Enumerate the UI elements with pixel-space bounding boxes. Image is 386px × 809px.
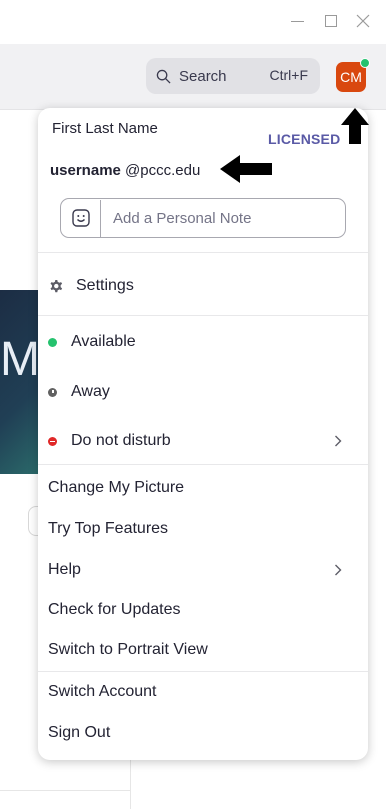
minimize-icon <box>290 20 304 22</box>
dnd-label: Do not disturb <box>71 432 171 449</box>
available-status-icon <box>48 337 57 347</box>
maximize-button[interactable] <box>320 10 342 32</box>
menu-item-try-features[interactable]: Try Top Features <box>38 509 368 549</box>
licensed-badge: LICENSED <box>268 131 341 147</box>
personal-note-field[interactable]: Add a Personal Note <box>60 198 346 238</box>
menu-item-sign-out[interactable]: Sign Out <box>38 713 368 753</box>
dnd-status-icon <box>48 436 57 446</box>
maximize-icon <box>325 15 337 27</box>
search-label: Search <box>179 67 227 85</box>
chevron-right-icon <box>335 435 342 447</box>
settings-label: Settings <box>76 277 134 294</box>
try-features-label: Try Top Features <box>48 520 169 537</box>
portrait-view-label: Switch to Portrait View <box>48 641 208 658</box>
menu-divider <box>38 464 368 465</box>
search-icon <box>156 69 171 84</box>
sign-out-label: Sign Out <box>48 724 111 741</box>
menu-item-check-updates[interactable]: Check for Updates <box>38 590 368 630</box>
close-button[interactable] <box>352 10 374 32</box>
profile-name: First Last Name <box>52 120 158 137</box>
menu-item-away[interactable]: Away <box>38 372 368 412</box>
menu-item-available[interactable]: Available <box>38 322 368 362</box>
away-status-icon <box>48 387 57 397</box>
menu-item-do-not-disturb[interactable]: Do not disturb <box>38 421 368 461</box>
profile-menu: First Last Name LICENSED username @pccc.… <box>38 108 368 760</box>
menu-item-change-picture[interactable]: Change My Picture <box>38 468 368 508</box>
avatar-button[interactable]: CM <box>336 58 370 92</box>
background-letter: M <box>0 333 40 386</box>
profile-username: username <box>50 162 121 179</box>
away-label: Away <box>71 383 110 400</box>
menu-item-help[interactable]: Help <box>38 550 368 590</box>
available-label: Available <box>71 333 136 350</box>
menu-divider <box>38 252 368 253</box>
personal-note-placeholder: Add a Personal Note <box>113 209 252 227</box>
switch-account-label: Switch Account <box>48 683 157 700</box>
help-label: Help <box>48 561 81 578</box>
profile-domain: @pccc.edu <box>125 162 201 179</box>
search-shortcut: Ctrl+F <box>269 67 309 83</box>
sidebar-bottom-divider <box>0 790 130 791</box>
black-arrow-icon <box>341 108 369 144</box>
chevron-right-icon <box>335 564 342 576</box>
menu-item-switch-account[interactable]: Switch Account <box>38 672 368 712</box>
minimize-button[interactable] <box>286 10 308 32</box>
smiley-icon <box>71 209 90 227</box>
avatar-initials: CM <box>340 69 362 85</box>
search-box[interactable]: Search Ctrl+F <box>146 58 320 94</box>
emoji-button[interactable] <box>61 199 101 237</box>
change-picture-label: Change My Picture <box>48 479 185 496</box>
presence-dot <box>360 58 370 68</box>
background-image: M <box>0 290 40 474</box>
check-updates-label: Check for Updates <box>48 601 181 618</box>
menu-item-settings[interactable]: Settings <box>38 266 368 306</box>
close-icon <box>356 14 370 28</box>
gear-icon <box>50 280 63 293</box>
profile-email: username @pccc.edu <box>50 162 200 179</box>
black-arrow-icon <box>220 155 272 183</box>
menu-item-portrait-view[interactable]: Switch to Portrait View <box>38 630 368 670</box>
menu-divider <box>38 315 368 316</box>
